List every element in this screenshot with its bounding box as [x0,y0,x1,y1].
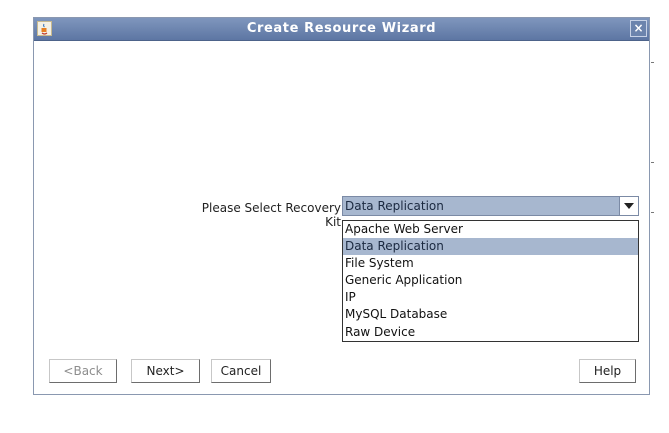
option-ip[interactable]: IP [343,289,638,306]
option-file-system[interactable]: File System [343,255,638,272]
option-mysql-database[interactable]: MySQL Database [343,306,638,323]
cancel-button[interactable]: Cancel [211,359,271,383]
background-edge-mark [651,62,654,63]
dropdown-arrow-button[interactable] [619,197,638,215]
window-title: Create Resource Wizard [246,21,437,36]
background-edge-mark [651,162,654,163]
title-bar[interactable]: Create Resource Wizard × [34,18,649,41]
recovery-kit-select[interactable]: Data Replication [342,196,639,216]
recovery-kit-selected-value: Data Replication [345,199,444,213]
background-edge-mark [651,212,654,213]
help-button[interactable]: Help [579,359,636,383]
back-button[interactable]: <Back [49,359,117,383]
recovery-kit-dropdown-list: Apache Web Server Data Replication File … [342,220,639,342]
option-generic-application[interactable]: Generic Application [343,272,638,289]
next-button[interactable]: Next> [131,359,200,383]
chevron-down-icon [624,203,634,209]
close-button[interactable]: × [630,20,647,37]
option-raw-device[interactable]: Raw Device [343,324,638,341]
option-apache-web-server[interactable]: Apache Web Server [343,221,638,238]
option-data-replication[interactable]: Data Replication [343,238,638,256]
recovery-kit-label: Please Select Recovery Kit [201,201,341,229]
create-resource-wizard-dialog: Create Resource Wizard × Please Select R… [33,17,650,395]
